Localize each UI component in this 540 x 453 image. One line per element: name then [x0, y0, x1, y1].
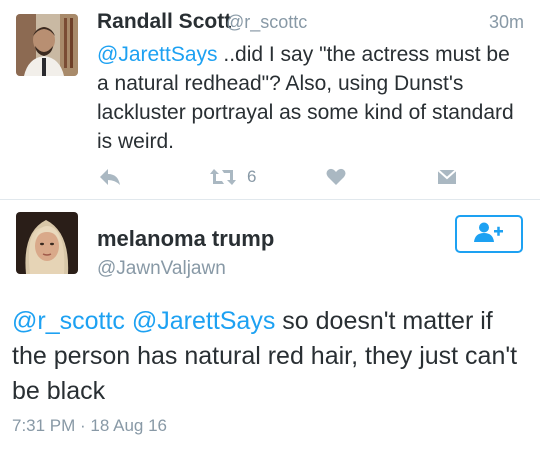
- reply-author-handle[interactable]: @r_scottc: [226, 12, 307, 33]
- main-tweet-text: @r_scottc @JarettSays so doesn't matter …: [12, 304, 532, 409]
- mention-link-jarettsays[interactable]: @JarettSays: [97, 43, 218, 66]
- reply-tweet[interactable]: Randall Scott @r_scottc 30m @JarettSays …: [0, 0, 540, 198]
- reply-icon: [99, 168, 121, 186]
- retweet-button[interactable]: 6: [209, 165, 256, 189]
- tweet-timestamp[interactable]: 7:31 PM · 18 Aug 16: [12, 416, 167, 436]
- tweet-actions: 6: [97, 165, 517, 189]
- reply-author-name[interactable]: Randall Scott: [97, 10, 231, 34]
- avatar-randall-scott[interactable]: [16, 14, 78, 76]
- avatar-melanoma-trump[interactable]: [16, 212, 78, 274]
- reply-button[interactable]: [99, 165, 121, 189]
- main-author-handle[interactable]: @JawnValjawn: [97, 258, 226, 280]
- like-button[interactable]: [326, 165, 346, 189]
- main-author-name[interactable]: melanoma trump: [97, 226, 274, 252]
- main-tweet: melanoma trump @JawnValjawn @r_scottc @J…: [0, 200, 540, 453]
- reply-tweet-text: @JarettSays ..did I say "the actress mus…: [97, 40, 527, 156]
- mention-link-r-scottc[interactable]: @r_scottc: [12, 307, 125, 335]
- direct-message-icon: [437, 168, 457, 186]
- retweet-icon: [209, 167, 237, 187]
- reply-time[interactable]: 30m: [489, 12, 524, 33]
- retweet-count: 6: [247, 167, 257, 186]
- mention-link-jarettsays[interactable]: @JarettSays: [132, 307, 275, 335]
- like-icon: [326, 168, 346, 186]
- direct-message-button[interactable]: [437, 165, 457, 189]
- follow-user-icon: [474, 222, 504, 247]
- follow-button[interactable]: [455, 215, 523, 253]
